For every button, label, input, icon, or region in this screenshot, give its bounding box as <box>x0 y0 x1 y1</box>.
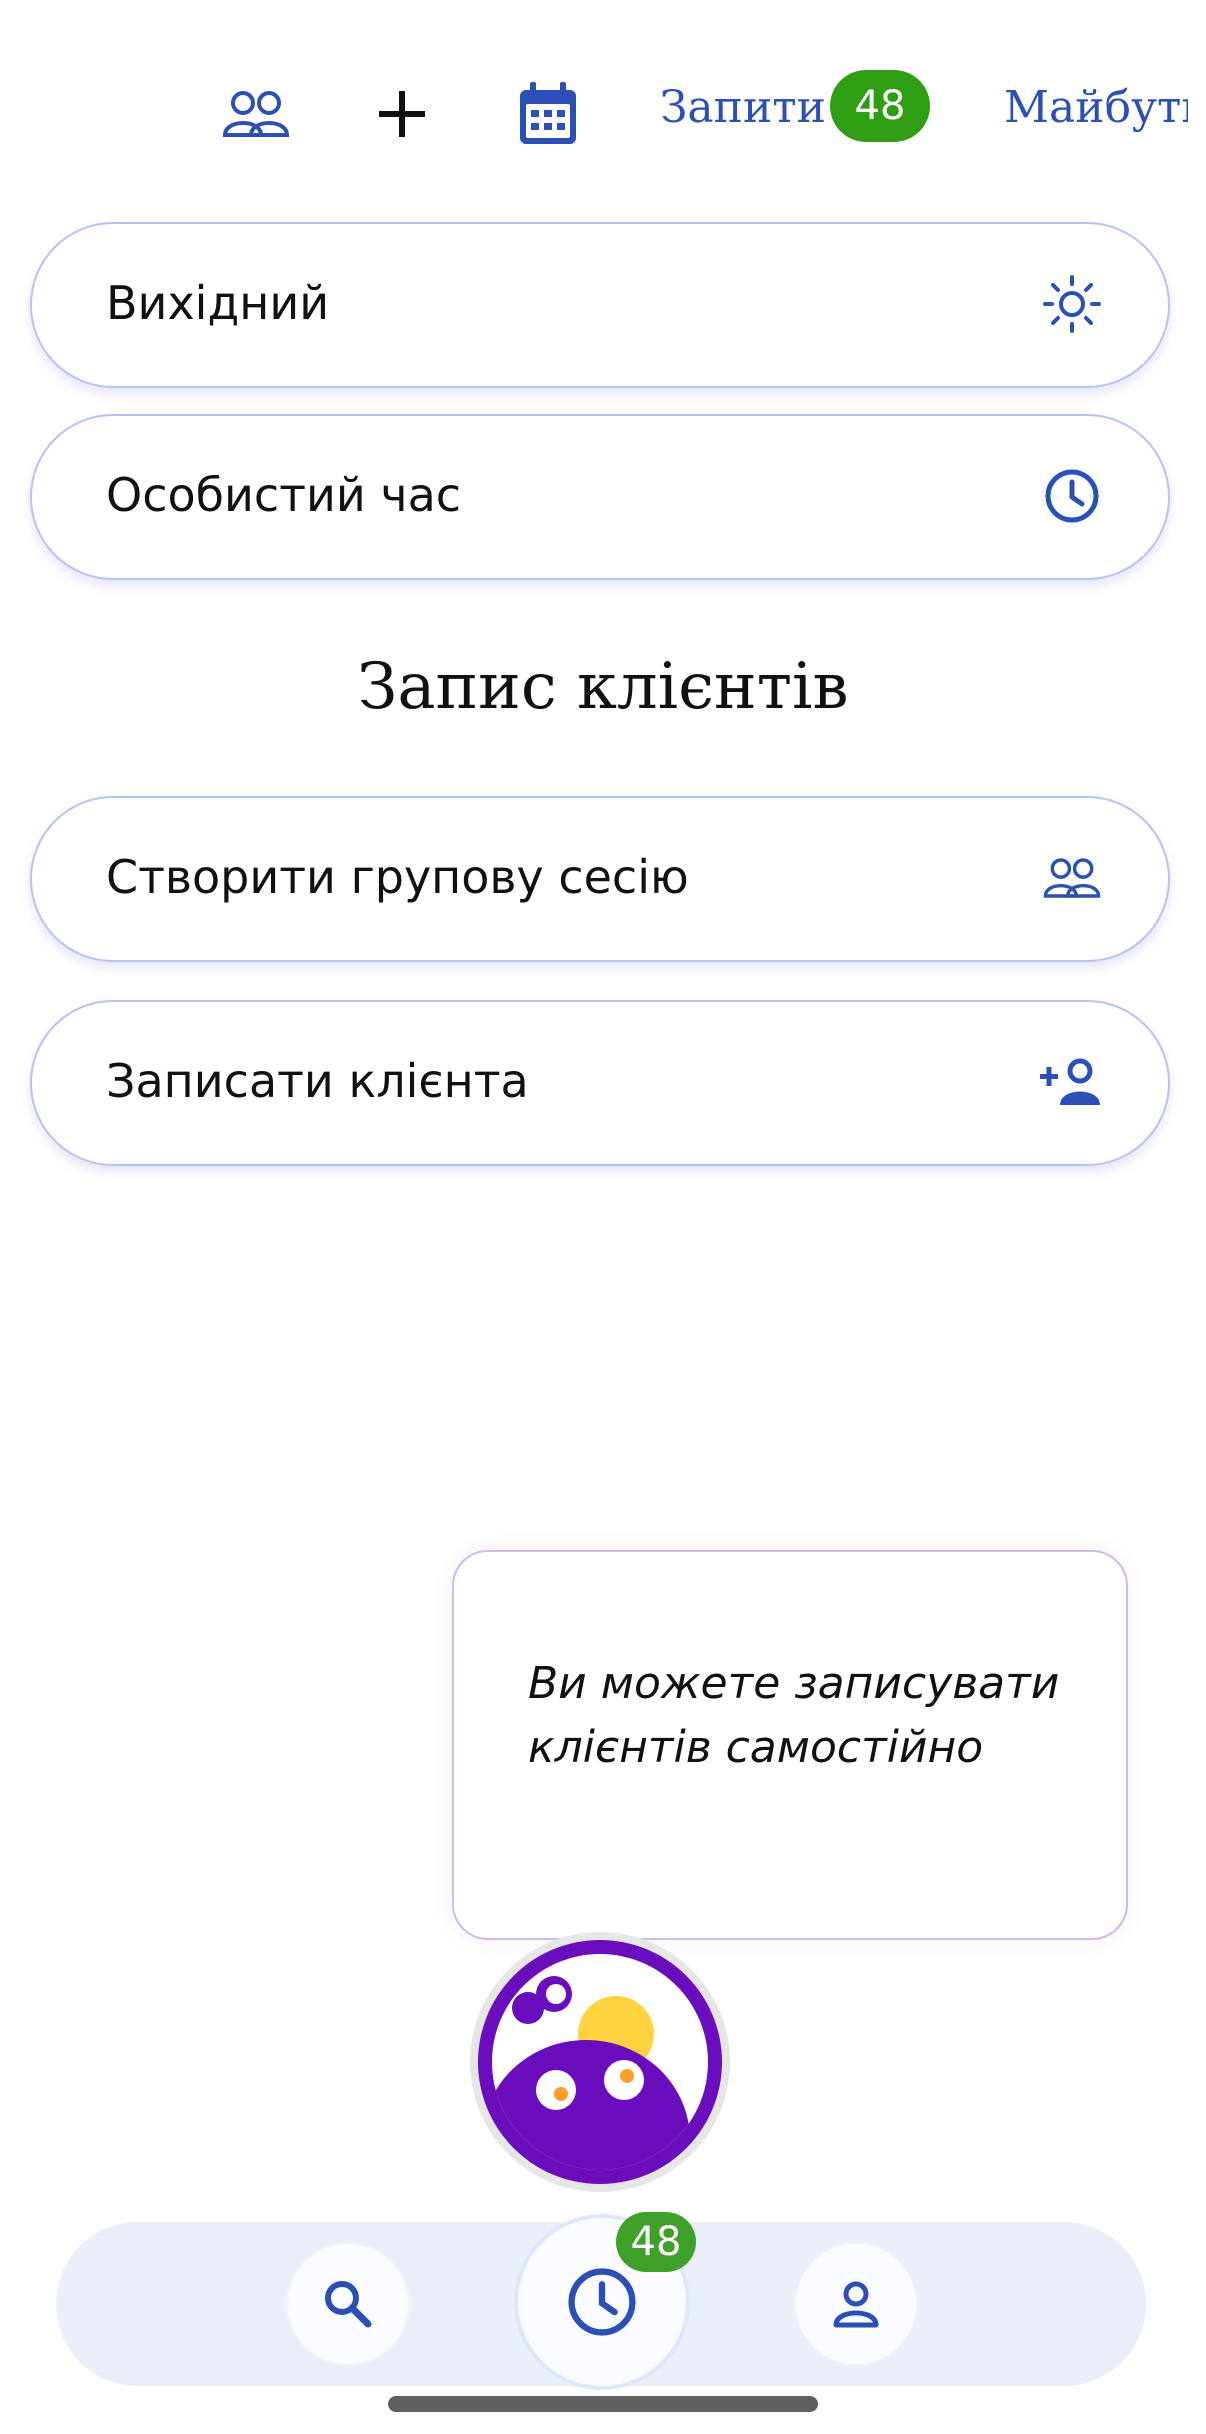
tooltip: Ви можете записувати клієнтів самостійно <box>452 1550 1128 1940</box>
clock-icon <box>1032 456 1112 536</box>
tooltip-text: Ви можете записувати клієнтів самостійно <box>528 1658 1060 1773</box>
home-indicator <box>388 2396 818 2412</box>
group-session-button[interactable]: Створити групову сесію <box>30 796 1170 962</box>
plus-icon <box>379 91 425 137</box>
profile-button[interactable] <box>796 2244 916 2364</box>
sun-icon <box>1032 264 1112 344</box>
groups-button[interactable] <box>216 74 296 154</box>
schedule-badge: 48 <box>616 2212 696 2272</box>
personal-time-button[interactable]: Особистий час <box>30 414 1170 580</box>
day-off-button[interactable]: Вихідний <box>30 222 1170 388</box>
person-icon <box>833 2281 879 2328</box>
calendar-button[interactable] <box>508 74 588 154</box>
book-client-button[interactable]: Записати клієнта <box>30 1000 1170 1166</box>
group-session-label: Створити групову сесію <box>106 850 689 904</box>
people-icon <box>222 91 290 137</box>
calendar-icon <box>520 82 576 144</box>
clock-icon <box>568 2268 636 2336</box>
people-icon <box>1032 838 1112 918</box>
day-off-label: Вихідний <box>106 276 330 330</box>
mascot-avatar[interactable] <box>468 1930 732 2194</box>
requests-count-badge: 48 <box>830 70 930 142</box>
search-icon <box>325 2281 372 2328</box>
add-button[interactable] <box>362 74 442 154</box>
search-button[interactable] <box>288 2244 408 2364</box>
personal-time-label: Особистий час <box>106 468 462 522</box>
section-title: Запис клієнтів <box>357 650 849 724</box>
tab-requests[interactable]: Запити <box>660 82 826 133</box>
book-client-label: Записати клієнта <box>106 1054 529 1108</box>
top-bar: Запити 48 Майбутні <box>0 60 1206 160</box>
tab-upcoming[interactable]: Майбутні <box>1004 82 1188 133</box>
add-user-icon <box>1032 1042 1112 1122</box>
